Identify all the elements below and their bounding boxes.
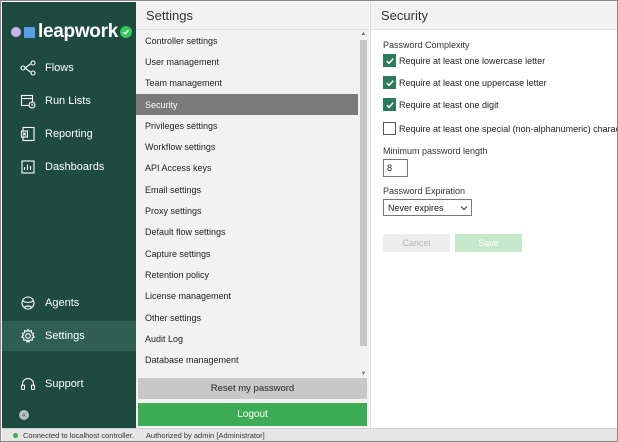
status-bar: Connected to localhost controller. Autho… <box>2 428 617 441</box>
lowercase-checkbox[interactable] <box>383 54 396 67</box>
nav-label-flows: Flows <box>45 62 74 74</box>
connected-check-icon <box>119 26 132 38</box>
nav-item-run-lists[interactable]: Run Lists <box>2 86 136 116</box>
connection-status-icon <box>13 433 18 438</box>
check-icon <box>385 101 394 108</box>
settings-item-team-management[interactable]: Team management <box>136 73 358 94</box>
special-character-label: Require at least one special (non-alphan… <box>399 123 618 134</box>
rule-uppercase[interactable]: Require at least one uppercase letter <box>383 76 547 89</box>
settings-scrollbar[interactable]: ▲ ▼ <box>359 30 368 378</box>
uppercase-label: Require at least one uppercase letter <box>399 77 547 88</box>
security-title: Security <box>371 2 617 30</box>
check-icon <box>385 57 394 64</box>
agents-icon <box>20 295 36 311</box>
support-icon <box>20 376 36 392</box>
rule-digit[interactable]: Require at least one digit <box>383 98 499 111</box>
nav-label-reporting: Reporting <box>45 128 93 140</box>
nav-item-settings[interactable]: Settings <box>2 321 136 351</box>
settings-item-license-management[interactable]: License management <box>136 286 358 307</box>
authorization-status-text: Authorized by admin [Administrator] <box>145 431 265 440</box>
nav-label-support: Support <box>45 378 84 390</box>
nav-label-settings: Settings <box>45 330 85 342</box>
nav-item-reporting[interactable]: Reporting <box>2 119 136 149</box>
collapse-nav-icon[interactable]: « <box>19 410 29 420</box>
scroll-down-icon[interactable]: ▼ <box>359 370 368 378</box>
security-panel: Security Password Complexity Require at … <box>370 2 618 428</box>
settings-item-security[interactable]: Security <box>136 93 358 116</box>
nav-item-agents[interactable]: Agents <box>2 288 136 318</box>
logo-dot-icon <box>11 27 21 37</box>
uppercase-checkbox[interactable] <box>383 76 396 89</box>
nav-label-run-lists: Run Lists <box>45 95 91 107</box>
settings-item-workflow[interactable]: Workflow settings <box>136 136 358 157</box>
settings-item-controller[interactable]: Controller settings <box>136 30 358 51</box>
lowercase-label: Require at least one lowercase letter <box>399 55 546 66</box>
password-expiration-value: Never expires <box>388 202 444 213</box>
cancel-button[interactable]: Cancel <box>383 234 450 252</box>
save-button[interactable]: Save <box>455 234 522 252</box>
nav-label-dashboards: Dashboards <box>45 161 105 173</box>
settings-item-default-flow[interactable]: Default flow settings <box>136 222 358 243</box>
connection-status-text: Connected to localhost controller. <box>23 431 134 440</box>
flows-icon <box>20 60 36 76</box>
scrollbar-thumb[interactable] <box>360 40 367 346</box>
logo-text: leapwork <box>38 21 118 42</box>
settings-item-api-access-keys[interactable]: API Access keys <box>136 158 358 179</box>
nav-item-flows[interactable]: Flows <box>2 53 136 83</box>
settings-gear-icon <box>20 328 36 344</box>
settings-panel: Settings Controller settings User manage… <box>136 2 369 428</box>
nav-item-support[interactable]: Support <box>2 369 136 399</box>
password-expiration-label: Password Expiration <box>383 186 466 196</box>
nav-label-agents: Agents <box>45 297 80 309</box>
run-lists-icon <box>20 93 36 109</box>
rule-lowercase[interactable]: Require at least one lowercase letter <box>383 54 545 67</box>
settings-item-proxy[interactable]: Proxy settings <box>136 200 358 221</box>
dashboards-icon <box>20 159 36 175</box>
settings-item-retention-policy[interactable]: Retention policy <box>136 264 358 285</box>
leapwork-logo: leapwork <box>11 19 132 45</box>
reset-password-button[interactable]: Reset my password <box>138 378 367 399</box>
settings-item-audit-log[interactable]: Audit Log <box>136 328 358 349</box>
settings-item-database-management[interactable]: Database management <box>136 349 358 370</box>
scroll-up-icon[interactable]: ▲ <box>359 30 368 38</box>
min-length-label: Minimum password length <box>383 146 488 156</box>
logo-square-icon <box>24 26 35 38</box>
min-length-input[interactable]: 8 <box>383 159 408 177</box>
settings-item-other[interactable]: Other settings <box>136 307 358 328</box>
app-window: leapwork Flows Run Lists Reporting Dashb… <box>0 0 618 442</box>
reporting-icon <box>20 126 36 142</box>
settings-item-privileges[interactable]: Privileges settings <box>136 115 358 136</box>
special-character-checkbox[interactable] <box>383 122 396 135</box>
check-icon <box>385 79 394 86</box>
nav-item-dashboards[interactable]: Dashboards <box>2 152 136 182</box>
password-complexity-label: Password Complexity <box>383 40 470 50</box>
chevron-down-icon <box>457 205 471 211</box>
logout-button[interactable]: Logout <box>138 403 367 426</box>
main-nav: leapwork Flows Run Lists Reporting Dashb… <box>2 2 136 428</box>
settings-title: Settings <box>136 2 369 30</box>
digit-checkbox[interactable] <box>383 98 396 111</box>
settings-item-email[interactable]: Email settings <box>136 179 358 200</box>
settings-item-capture[interactable]: Capture settings <box>136 243 358 264</box>
digit-label: Require at least one digit <box>399 99 499 110</box>
settings-list: Controller settings User management Team… <box>136 30 358 371</box>
settings-item-user-management[interactable]: User management <box>136 51 358 72</box>
rule-special-character[interactable]: Require at least one special (non-alphan… <box>383 122 618 135</box>
password-expiration-select[interactable]: Never expires <box>383 199 472 216</box>
